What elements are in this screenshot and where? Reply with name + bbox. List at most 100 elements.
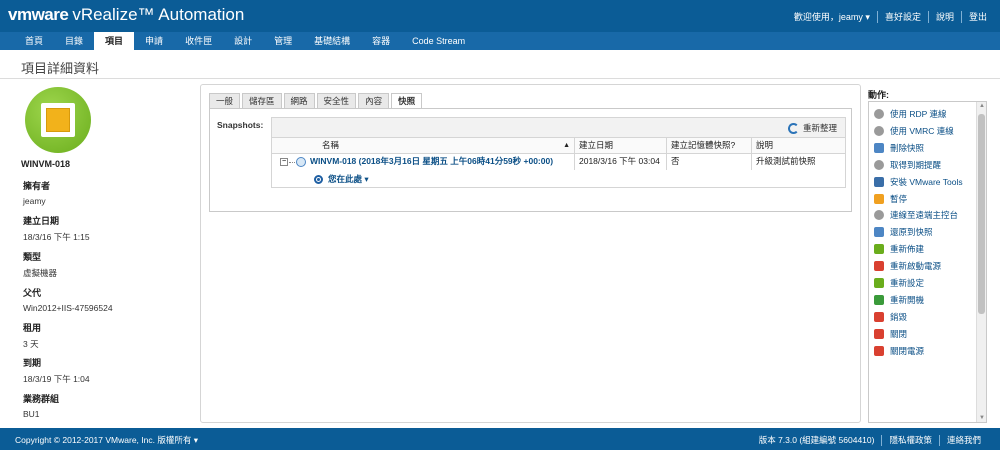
nav-tab-infrastructure[interactable]: 基礎結構 bbox=[303, 32, 361, 50]
collapse-icon: − bbox=[280, 158, 288, 166]
lease-property: 租用 3 天 bbox=[23, 321, 41, 350]
tab-network[interactable]: 網路 bbox=[283, 93, 315, 108]
revert-snapshot-icon bbox=[874, 227, 884, 238]
property-value: BU1 bbox=[23, 409, 40, 419]
action-label: 連線至遠端主控台 bbox=[890, 210, 959, 221]
action-item[interactable]: 連線至遠端主控台 bbox=[874, 209, 958, 221]
refresh-icon bbox=[787, 122, 799, 134]
product-logo[interactable]: vmware vRealize™ Automation bbox=[8, 5, 244, 25]
table-row[interactable]: − WINVM-018 (2018年3月16日 星期五 上午06時41分59秒 … bbox=[272, 154, 845, 170]
action-item[interactable]: 暫停 bbox=[874, 193, 907, 205]
snapshot-created: 2018/3/16 下午 03:04 bbox=[575, 154, 667, 170]
nav-tab-home[interactable]: 首頁 bbox=[14, 32, 54, 50]
nav-tab-design[interactable]: 設計 bbox=[223, 32, 263, 50]
action-item[interactable]: 取得到期提醒 bbox=[874, 159, 941, 171]
you-are-here-menu[interactable]: 您在此處 ▾ bbox=[314, 173, 369, 185]
action-item[interactable]: 重新啟動電源 bbox=[874, 260, 941, 272]
nav-tab-items[interactable]: 項目 bbox=[94, 32, 135, 50]
scroll-down-icon[interactable]: ▼ bbox=[979, 415, 985, 421]
privacy-link[interactable]: 隱私權政策 bbox=[882, 434, 939, 446]
help-link[interactable]: 說明 bbox=[929, 10, 961, 23]
action-label: 還原到快照 bbox=[890, 227, 933, 238]
actions-scrollbar[interactable]: ▲ ▼ bbox=[976, 102, 986, 422]
column-header-memory[interactable]: 建立記憶體快照? bbox=[667, 138, 752, 153]
column-header-description[interactable]: 說明 bbox=[752, 138, 845, 153]
tab-snapshots[interactable]: 快照 bbox=[391, 93, 423, 109]
scroll-thumb[interactable] bbox=[978, 114, 985, 314]
logout-link[interactable]: 登出 bbox=[962, 10, 994, 23]
vm-icon bbox=[25, 87, 91, 153]
property-value: jeamy bbox=[23, 196, 46, 206]
copyright[interactable]: Copyright © 2012-2017 VMware, Inc. 版權所有 … bbox=[15, 434, 198, 446]
action-label: 重新啟動電源 bbox=[890, 261, 942, 272]
property-value: 虛擬機器 bbox=[23, 268, 58, 278]
action-item[interactable]: 使用 RDP 連線 bbox=[874, 108, 947, 120]
tab-security[interactable]: 安全性 bbox=[316, 93, 357, 108]
action-item[interactable]: 重新佈建 bbox=[874, 243, 924, 255]
action-item[interactable]: 銷毀 bbox=[874, 311, 907, 323]
power-off-icon bbox=[874, 345, 884, 356]
action-item[interactable]: 重新設定 bbox=[874, 277, 924, 289]
preferences-link[interactable]: 喜好設定 bbox=[878, 10, 928, 23]
tree-expander[interactable]: − bbox=[280, 157, 308, 167]
nav-tab-requests[interactable]: 申請 bbox=[134, 32, 174, 50]
column-header-name[interactable]: 名稱 ▲ bbox=[272, 138, 575, 153]
column-header-created[interactable]: 建立日期 bbox=[575, 138, 667, 153]
scroll-up-icon[interactable]: ▲ bbox=[979, 103, 985, 109]
action-item[interactable]: 關閉 bbox=[874, 328, 907, 340]
action-label: 重新佈建 bbox=[890, 244, 925, 255]
action-label: 使用 RDP 連線 bbox=[890, 109, 947, 119]
delete-snapshot-icon bbox=[874, 142, 884, 153]
created-property: 建立日期 18/3/16 下午 1:15 bbox=[23, 214, 90, 243]
snapshot-name[interactable]: − WINVM-018 (2018年3月16日 星期五 上午06時41分59秒 … bbox=[272, 154, 575, 170]
product-name: vRealize™ Automation bbox=[72, 5, 245, 24]
destroy-icon bbox=[874, 311, 884, 322]
property-value: Win2012+IIS-47596524 bbox=[23, 303, 113, 313]
grid-toolbar: 重新整理 bbox=[272, 118, 845, 138]
action-item[interactable]: 關閉電源 bbox=[874, 345, 924, 357]
reconfigure-icon bbox=[874, 278, 884, 288]
vm-name: WINVM-018 bbox=[21, 159, 71, 169]
gear-icon bbox=[874, 109, 884, 119]
nav-tab-catalog[interactable]: 目錄 bbox=[54, 32, 94, 50]
user-menu[interactable]: 歡迎使用，jeamy ▾ bbox=[787, 10, 877, 23]
actions-title: 動作: bbox=[868, 90, 889, 100]
tab-content[interactable]: 內容 bbox=[358, 93, 390, 108]
rebuild-icon bbox=[874, 244, 884, 255]
nav-tab-code-stream[interactable]: Code Stream bbox=[401, 32, 476, 50]
action-label: 關閉 bbox=[890, 328, 908, 339]
refresh-label: 重新整理 bbox=[802, 123, 837, 133]
parent-property: 父代 Win2012+IIS-47596524 bbox=[23, 286, 113, 313]
snapshots-grid: 重新整理 名稱 ▲ 建立日期 建立記憶體快照? 說明 − WINVM-018 (2… bbox=[271, 117, 846, 188]
snapshots-label: Snapshots: bbox=[217, 120, 264, 130]
property-value: 3 天 bbox=[23, 339, 39, 349]
property-label: 類型 bbox=[23, 252, 42, 262]
footer-links: 版本 7.3.0 (組建編號 5604410) 隱私權政策 連絡我們 bbox=[752, 434, 988, 446]
action-label: 銷毀 bbox=[890, 311, 908, 322]
divider bbox=[0, 78, 1000, 79]
action-item[interactable]: 刪除快照 bbox=[874, 142, 924, 154]
footer: Copyright © 2012-2017 VMware, Inc. 版權所有 … bbox=[0, 428, 1000, 450]
nav-tab-inbox[interactable]: 收件匣 bbox=[174, 32, 223, 50]
refresh-button[interactable]: 重新整理 bbox=[787, 122, 837, 134]
action-item[interactable]: 使用 VMRC 連線 bbox=[874, 125, 954, 137]
tab-general[interactable]: 一般 bbox=[209, 93, 241, 108]
contact-link[interactable]: 連絡我們 bbox=[940, 434, 988, 446]
business-group-property: 業務群組 BU1 bbox=[23, 392, 59, 419]
owner-property: 擁有者 jeamy bbox=[23, 179, 50, 206]
detail-tabs: 一般 儲存區 網路 安全性 內容 快照 bbox=[209, 93, 424, 109]
property-label: 建立日期 bbox=[23, 216, 60, 226]
action-label: 關閉電源 bbox=[890, 345, 925, 356]
action-item[interactable]: 還原到快照 bbox=[874, 226, 933, 238]
sort-asc-icon: ▲ bbox=[563, 142, 570, 149]
action-label: 重新開機 bbox=[890, 294, 925, 305]
property-label: 租用 bbox=[23, 323, 42, 333]
nav-tab-containers[interactable]: 容器 bbox=[361, 32, 401, 50]
action-item[interactable]: 安裝 VMware Tools bbox=[874, 176, 963, 188]
property-label: 業務群組 bbox=[23, 394, 60, 404]
tab-storage[interactable]: 儲存區 bbox=[242, 93, 282, 108]
action-item[interactable]: 重新開機 bbox=[874, 294, 924, 306]
property-value: 18/3/16 下午 1:15 bbox=[23, 232, 90, 242]
action-label: 取得到期提醒 bbox=[890, 159, 942, 170]
nav-tab-administration[interactable]: 管理 bbox=[263, 32, 303, 50]
